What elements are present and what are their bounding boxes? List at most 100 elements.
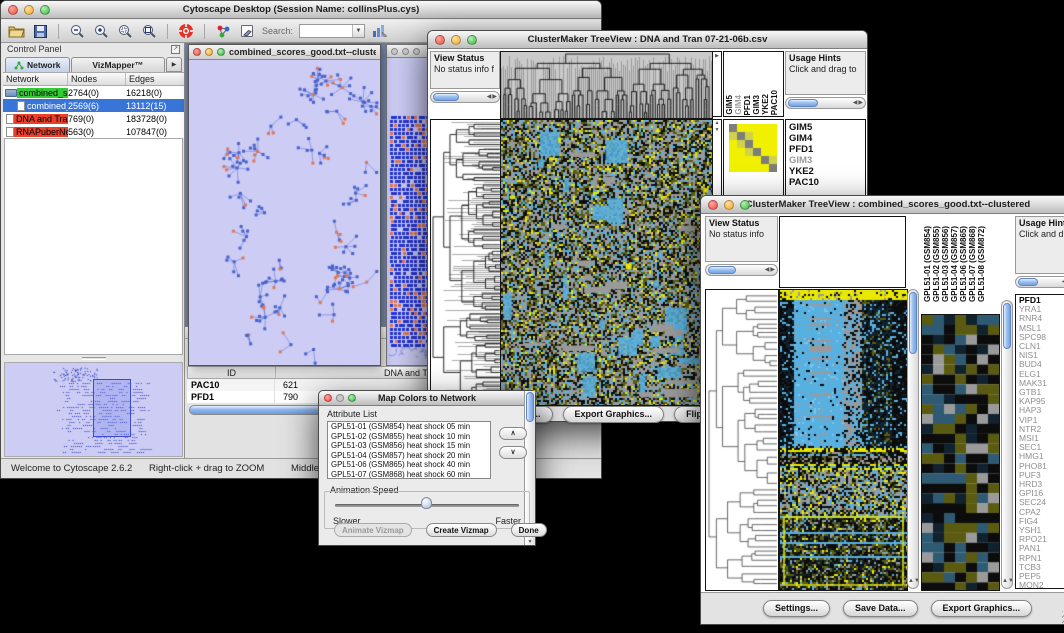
network-row[interactable]: combined_scores2764(0)16218(0) bbox=[3, 86, 184, 99]
row-dendrogram[interactable] bbox=[705, 289, 779, 591]
scroll-right-icon[interactable]: ▶ bbox=[715, 53, 719, 59]
close-button[interactable] bbox=[8, 5, 18, 15]
column-header-edges[interactable]: Edges bbox=[126, 73, 184, 85]
row-dendrogram[interactable] bbox=[430, 119, 502, 406]
scrollbar-thumb[interactable] bbox=[526, 392, 534, 422]
scroll-left-icon[interactable]: ◀ bbox=[487, 94, 492, 100]
network-name[interactable]: combined_sco bbox=[25, 101, 68, 111]
annotation-icon[interactable] bbox=[238, 22, 256, 40]
scroll-down-icon[interactable]: ▼ bbox=[914, 578, 919, 584]
search-input[interactable]: ▼ bbox=[299, 24, 365, 38]
move-down-button[interactable]: ∨ bbox=[499, 446, 527, 459]
gene-label[interactable]: GIM4 bbox=[786, 133, 865, 144]
speed-slider-thumb[interactable] bbox=[421, 497, 432, 509]
close-button[interactable] bbox=[435, 35, 445, 45]
scroll-left-icon[interactable]: ◀ bbox=[853, 100, 858, 106]
treeview-button[interactable]: Settings... bbox=[763, 600, 830, 617]
panel-splitter[interactable] bbox=[3, 355, 184, 362]
column-tree-scrollbar[interactable]: ▶ bbox=[712, 51, 722, 117]
attribute-item[interactable]: GPL51-06 (GSM865) heat shock 40 min bbox=[328, 460, 490, 470]
zoom-fit-icon[interactable] bbox=[140, 22, 158, 40]
scrollbar-thumb[interactable] bbox=[708, 266, 736, 274]
scrollbar-thumb[interactable] bbox=[433, 93, 459, 101]
scroll-up-icon[interactable]: ▲ bbox=[715, 120, 720, 126]
gene-label[interactable]: GIM5 bbox=[786, 122, 865, 133]
column-dendrogram[interactable] bbox=[500, 51, 713, 119]
close-button[interactable] bbox=[708, 200, 718, 210]
network-name[interactable]: RNAPuberNov2+ bbox=[14, 127, 68, 137]
scrollbar-thumb[interactable] bbox=[788, 99, 818, 107]
zoom-selected-icon[interactable] bbox=[116, 22, 134, 40]
heatmap-vscrollbar[interactable]: ▲▼ bbox=[907, 289, 919, 589]
tab-network[interactable]: Network bbox=[5, 57, 70, 72]
scroll-down-icon[interactable]: ▼ bbox=[715, 127, 720, 133]
float-panel-icon[interactable]: ↗ bbox=[171, 45, 180, 54]
scrollbar-thumb[interactable] bbox=[1003, 303, 1011, 349]
zoom-window-button[interactable] bbox=[740, 200, 750, 210]
search-dropdown-icon[interactable]: ▼ bbox=[352, 25, 364, 37]
network-row[interactable]: combined_sco2569(6)13112(15) bbox=[3, 99, 184, 112]
attribute-item[interactable]: GPL51-04 (GSM857) heat shock 20 min bbox=[328, 451, 490, 461]
scroll-down-icon[interactable]: ▼ bbox=[528, 539, 533, 545]
genelist-vscrollbar[interactable]: ▲▼ bbox=[1001, 300, 1013, 589]
dialog-button[interactable]: Create Vizmap bbox=[426, 523, 497, 537]
scroll-right-icon[interactable]: ▶ bbox=[770, 267, 775, 273]
gene-label-list[interactable]: PFD1YRA1RNR4MSL1SPC98CLN1NIS1BUD4ELG1MAK… bbox=[1015, 294, 1064, 589]
open-file-icon[interactable] bbox=[7, 22, 25, 40]
close-button[interactable] bbox=[391, 48, 398, 55]
attribute-item[interactable]: GPL51-02 (GSM855) heat shock 10 min bbox=[328, 432, 490, 442]
birdseye-view[interactable] bbox=[4, 362, 183, 457]
attribute-modify-icon[interactable] bbox=[371, 22, 389, 40]
tab-vizmapper[interactable]: VizMapper™ bbox=[71, 57, 165, 72]
network-name[interactable]: combined_scores bbox=[17, 88, 68, 98]
attribute-list[interactable]: GPL51-01 (GSM854) heat shock 05 minGPL51… bbox=[327, 421, 491, 479]
help-lifering-icon[interactable] bbox=[177, 22, 195, 40]
gene-label[interactable]: PAC10 bbox=[786, 177, 865, 188]
close-button[interactable] bbox=[324, 394, 332, 402]
network-view-frame[interactable]: combined_scores_good.txt--cluste... bbox=[188, 44, 381, 366]
treeview-button[interactable]: Save Data... bbox=[843, 600, 918, 617]
zoom-window-button[interactable] bbox=[40, 5, 50, 15]
attribute-item[interactable]: GPL51-07 (GSM868) heat shock 60 min bbox=[328, 470, 490, 479]
dialog-button[interactable]: Animate Vizmap bbox=[334, 523, 412, 537]
zoom-window-button[interactable] bbox=[217, 48, 225, 56]
gene-label[interactable]: PFD1 bbox=[786, 144, 865, 155]
view-status-hscrollbar[interactable]: ◀▶ bbox=[430, 91, 500, 103]
column-dendrogram-area[interactable] bbox=[779, 216, 906, 288]
column-header-nodes[interactable]: Nodes bbox=[68, 73, 126, 85]
main-titlebar[interactable]: Cytoscape Desktop (Session Name: collins… bbox=[1, 1, 601, 19]
minimize-button[interactable] bbox=[402, 48, 409, 55]
scroll-right-icon[interactable]: ▶ bbox=[492, 94, 497, 100]
attribute-item[interactable]: GPL51-03 (GSM856) heat shock 15 min bbox=[328, 441, 490, 451]
usage-hints-hscrollbar[interactable]: ◀▶ bbox=[1015, 276, 1064, 288]
network-row[interactable]: DNA and Tran 07769(0)183728(0) bbox=[3, 112, 184, 125]
main-heatmap[interactable] bbox=[500, 119, 713, 406]
minimize-button[interactable] bbox=[336, 394, 344, 402]
vizmapper-icon[interactable] bbox=[214, 22, 232, 40]
treeview-button[interactable]: Export Graphics... bbox=[931, 600, 1033, 617]
save-icon[interactable] bbox=[31, 22, 49, 40]
gene-label[interactable]: MON2 bbox=[1016, 581, 1064, 589]
zoom-heatmap[interactable] bbox=[921, 314, 1000, 591]
network-table-header[interactable]: Network Nodes Edges bbox=[3, 73, 184, 86]
attribute-item[interactable]: GPL51-01 (GSM854) heat shock 05 min bbox=[328, 422, 490, 432]
minimize-button[interactable] bbox=[24, 5, 34, 15]
close-button[interactable] bbox=[193, 48, 201, 56]
zoom-heatmap[interactable] bbox=[729, 124, 777, 172]
minimize-button[interactable] bbox=[724, 200, 734, 210]
view-status-hscrollbar[interactable]: ◀▶ bbox=[705, 264, 778, 276]
move-up-button[interactable]: ∧ bbox=[499, 427, 527, 440]
network-name[interactable]: DNA and Tran 07 bbox=[14, 114, 68, 124]
minimize-button[interactable] bbox=[451, 35, 461, 45]
scroll-down-icon[interactable]: ▼ bbox=[1008, 578, 1013, 584]
usage-hints-hscrollbar[interactable]: ◀▶ bbox=[785, 97, 866, 109]
treeview-button[interactable]: Export Graphics... bbox=[563, 406, 665, 423]
network-row[interactable]: RNAPuberNov2+563(0)107847(0) bbox=[3, 125, 184, 138]
zoom-window-button[interactable] bbox=[348, 394, 356, 402]
zoom-in-icon[interactable] bbox=[92, 22, 110, 40]
zoom-window-button[interactable] bbox=[467, 35, 477, 45]
column-header-network[interactable]: Network bbox=[3, 73, 68, 85]
minimize-button[interactable] bbox=[205, 48, 213, 56]
zoom-window-button[interactable] bbox=[413, 48, 420, 55]
scroll-right-icon[interactable]: ▶ bbox=[858, 100, 863, 106]
